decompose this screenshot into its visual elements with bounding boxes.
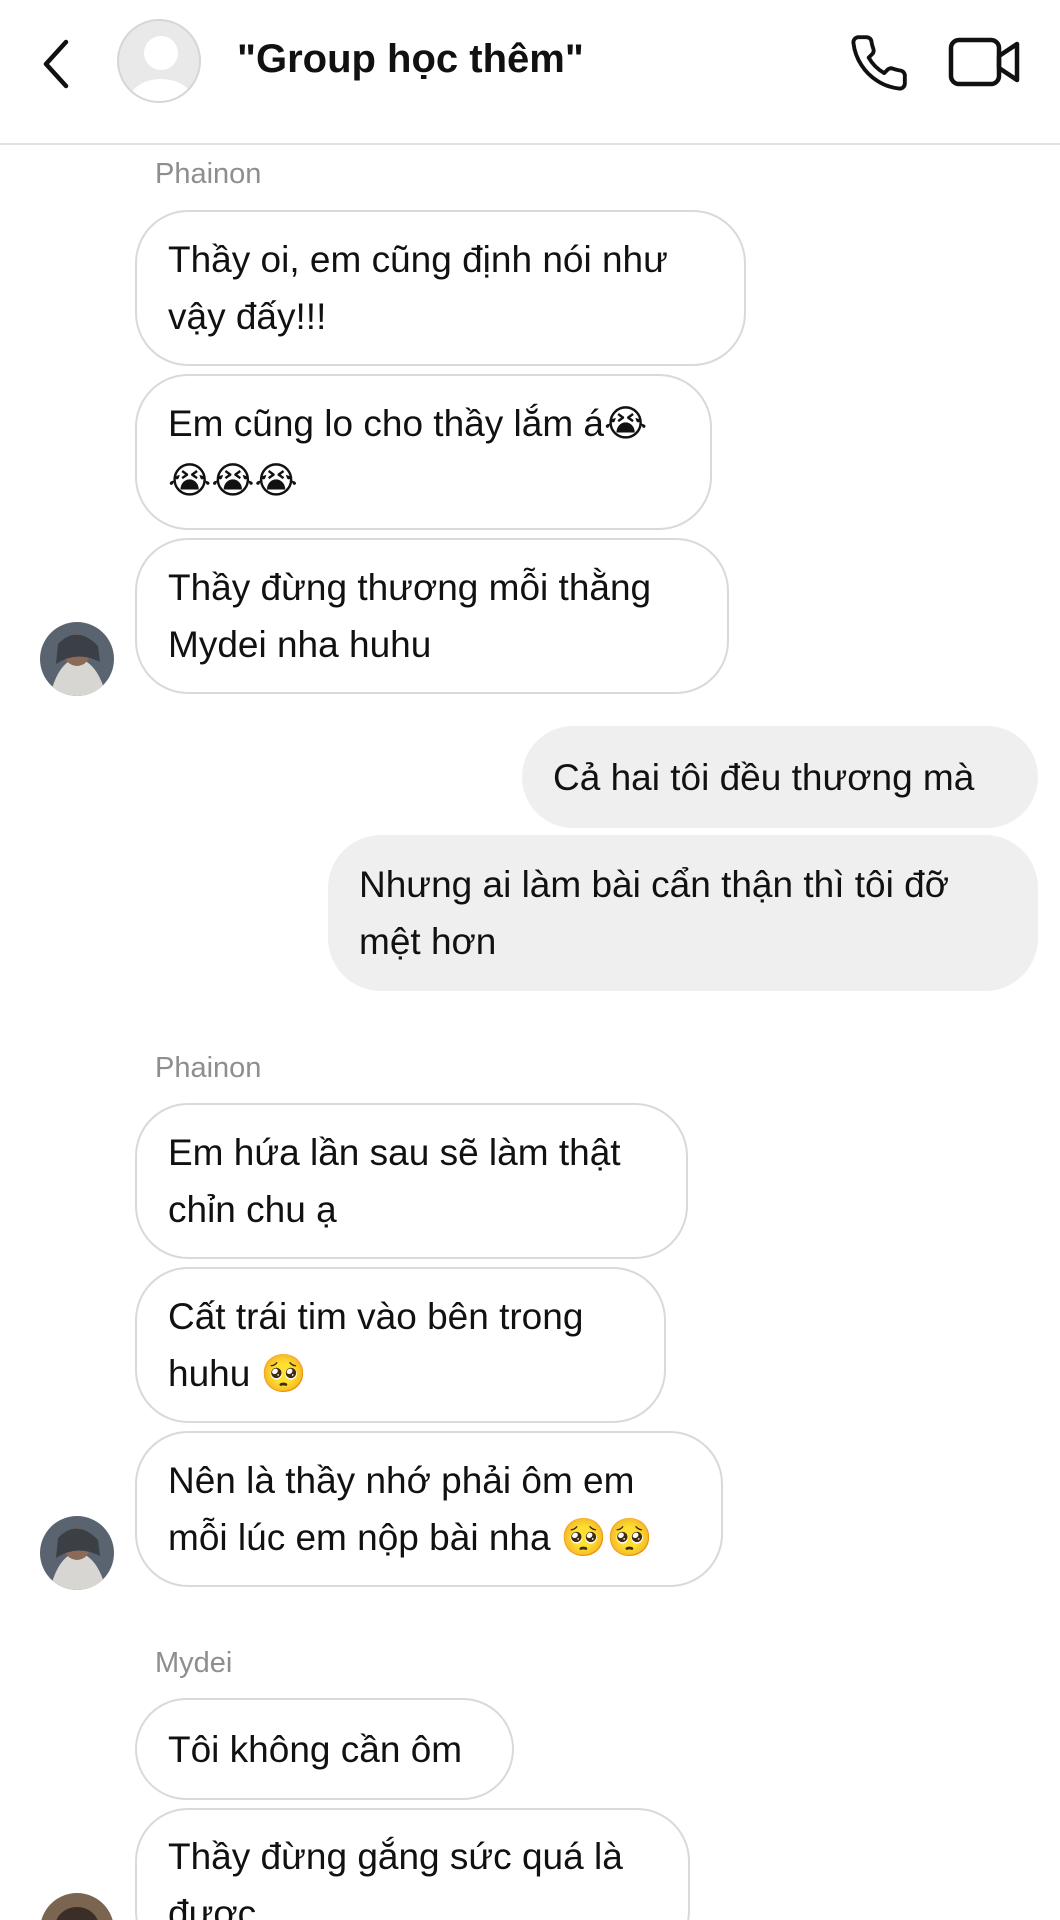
outgoing-message-bubble[interactable]: Cả hai tôi đều thương mà (522, 726, 1038, 828)
sender-name: Mydei (155, 1647, 233, 1679)
user-avatar-photo (40, 1516, 114, 1590)
video-camera-icon (948, 37, 1020, 87)
user-avatar-photo (40, 622, 114, 696)
chat-header: "Group học thêm" (0, 0, 1060, 145)
group-avatar[interactable] (117, 19, 201, 103)
avatar[interactable] (40, 1893, 114, 1920)
default-avatar-icon (129, 36, 193, 101)
sender-name: Phainon (155, 1052, 262, 1084)
back-button[interactable] (34, 34, 84, 94)
sender-name: Phainon (155, 158, 262, 190)
incoming-message-bubble[interactable]: Thầy đừng thương mỗi thằng Mydei nha huh… (135, 538, 729, 694)
video-call-button[interactable] (947, 34, 1021, 90)
incoming-message-bubble[interactable]: Cất trái tim vào bên trong huhu 🥺 (135, 1267, 666, 1423)
incoming-message-bubble[interactable]: Em hứa lần sau sẽ làm thật chỉn chu ạ (135, 1103, 688, 1259)
user-avatar-photo (40, 1893, 114, 1920)
incoming-message-bubble[interactable]: Nên là thầy nhớ phải ôm em mỗi lúc em nộ… (135, 1431, 723, 1587)
chat-title[interactable]: "Group học thêm" (237, 37, 584, 82)
incoming-message-bubble[interactable]: Thầy oi, em cũng định nói như vậy đấy!!! (135, 210, 746, 366)
incoming-message-bubble[interactable]: Thầy đừng gắng sức quá là được (135, 1808, 690, 1920)
chevron-left-icon (43, 39, 69, 89)
outgoing-message-bubble[interactable]: Nhưng ai làm bài cẩn thận thì tôi đỡ mệt… (328, 835, 1038, 991)
avatar[interactable] (40, 1516, 114, 1590)
avatar[interactable] (40, 622, 114, 696)
incoming-message-bubble[interactable]: Tôi không cần ôm (135, 1698, 514, 1800)
incoming-message-bubble[interactable]: Em cũng lo cho thầy lắm á😭 😭😭😭 (135, 374, 712, 530)
voice-call-button[interactable] (848, 32, 910, 94)
phone-icon (851, 35, 907, 91)
